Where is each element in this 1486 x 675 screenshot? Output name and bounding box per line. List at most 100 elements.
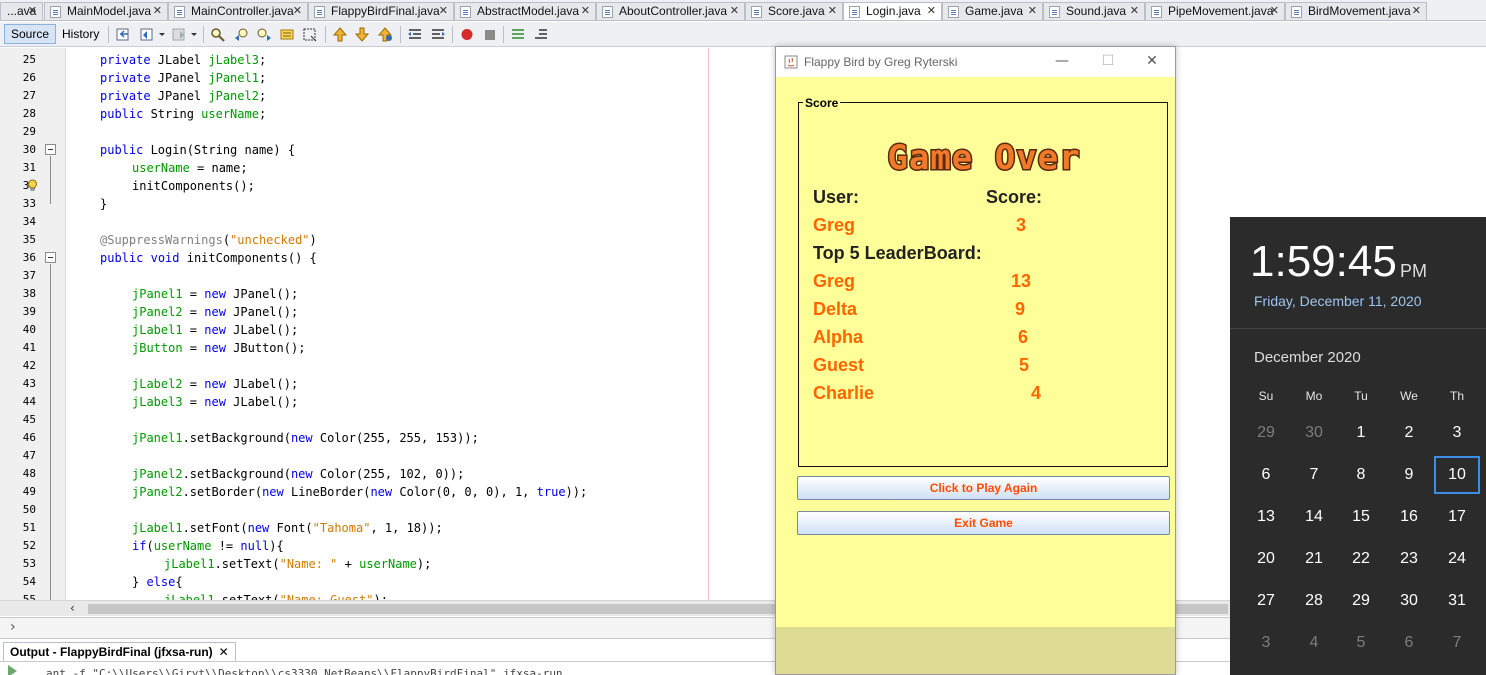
calendar-day[interactable]: 16 — [1385, 497, 1433, 537]
find-previous-icon[interactable] — [234, 27, 250, 42]
close-icon[interactable]: ✕ — [1130, 3, 1139, 20]
calendar-day[interactable]: 7 — [1290, 455, 1338, 495]
chevron-down-icon[interactable] — [158, 27, 166, 42]
window-title-bar[interactable]: Flappy Bird by Greg Ryterski — ☐ ✕ — [776, 47, 1175, 77]
toggle-bookmark-icon[interactable] — [377, 27, 393, 42]
java-file-icon — [602, 6, 613, 18]
calendar-day[interactable]: 1 — [1337, 413, 1385, 453]
chevron-down-icon[interactable] — [190, 27, 198, 42]
chevron-right-icon[interactable]: › — [10, 619, 16, 635]
next-bookmark-icon[interactable] — [354, 27, 370, 42]
editor-tab-label: Sound.java — [1066, 4, 1127, 18]
editor-tab[interactable]: Sound.java ✕ — [1043, 2, 1145, 20]
highlight-icon[interactable] — [279, 27, 295, 42]
search-icon[interactable] — [210, 27, 226, 42]
fold-toggle-icon[interactable] — [45, 144, 56, 155]
close-icon[interactable]: ✕ — [153, 3, 162, 20]
calendar-day[interactable]: 15 — [1337, 497, 1385, 537]
clock-date-link[interactable]: Friday, December 11, 2020 — [1254, 293, 1422, 309]
calendar-day[interactable]: 23 — [1385, 539, 1433, 579]
editor-tab[interactable]: MainController.java ✕ — [168, 2, 308, 20]
close-icon[interactable]: ✕ — [439, 3, 448, 20]
calendar-day[interactable]: 9 — [1385, 455, 1433, 495]
record-macro-icon[interactable] — [459, 27, 475, 42]
maximize-button[interactable]: ☐ — [1085, 47, 1131, 77]
editor-tab[interactable]: PipeMovement.java ✕ — [1145, 2, 1285, 20]
calendar-day[interactable]: 6 — [1385, 623, 1433, 663]
line-number: 43 — [22, 377, 36, 390]
close-icon[interactable]: ✕ — [730, 3, 739, 20]
calendar-day[interactable]: 7 — [1433, 623, 1481, 663]
editor-tab[interactable]: ...ava ✕ — [0, 2, 43, 20]
calendar-day[interactable]: 31 — [1433, 581, 1481, 621]
close-icon[interactable]: ✕ — [581, 3, 590, 20]
calendar-day[interactable]: 20 — [1242, 539, 1290, 579]
calendar-day[interactable]: 13 — [1242, 497, 1290, 537]
calendar-day[interactable]: 29 — [1242, 413, 1290, 453]
source-tab[interactable]: Source — [4, 24, 57, 44]
history-tab[interactable]: History — [55, 24, 106, 44]
close-icon[interactable]: ✕ — [1028, 3, 1037, 20]
output-tab[interactable]: Output - FlappyBirdFinal (jfxsa-run) ✕ — [3, 642, 236, 661]
calendar-day[interactable]: 29 — [1337, 581, 1385, 621]
close-icon[interactable]: ✕ — [1412, 3, 1421, 20]
stop-macro-icon[interactable] — [482, 27, 498, 42]
calendar-day[interactable]: 30 — [1290, 413, 1338, 453]
calendar-day[interactable]: 10 — [1433, 455, 1481, 495]
back-icon[interactable] — [140, 27, 156, 42]
line-number: 38 — [22, 287, 36, 300]
calendar-day[interactable]: 21 — [1290, 539, 1338, 579]
calendar-day[interactable]: 2 — [1385, 413, 1433, 453]
toggle-rect-selection-icon[interactable] — [302, 27, 318, 42]
close-button[interactable]: ✕ — [1129, 47, 1175, 77]
calendar-day[interactable]: 14 — [1290, 497, 1338, 537]
close-icon[interactable]: ✕ — [28, 3, 37, 20]
editor-tab[interactable]: AboutController.java ✕ — [596, 2, 745, 20]
editor-tab[interactable]: MainModel.java ✕ — [44, 2, 168, 20]
close-icon[interactable]: ✕ — [828, 3, 837, 20]
close-icon[interactable]: ✕ — [927, 3, 936, 20]
close-icon[interactable]: ✕ — [219, 645, 229, 659]
calendar-day[interactable]: 6 — [1242, 455, 1290, 495]
calendar-day[interactable]: 30 — [1385, 581, 1433, 621]
calendar-day[interactable]: 3 — [1433, 413, 1481, 453]
calendar-day[interactable]: 3 — [1242, 623, 1290, 663]
editor-tab[interactable]: Score.java ✕ — [745, 2, 843, 20]
calendar-day[interactable]: 27 — [1242, 581, 1290, 621]
exit-game-button[interactable]: Exit Game — [797, 511, 1170, 535]
calendar-day[interactable]: 17 — [1433, 497, 1481, 537]
find-next-icon[interactable] — [256, 27, 272, 42]
editor-tab-active[interactable]: Login.java ✕ — [843, 2, 942, 20]
chevron-left-icon[interactable]: ‹ — [70, 601, 75, 615]
forward-icon[interactable] — [172, 27, 188, 42]
output-text: ant -f "C:\\Users\\Giryt\\Desktop\\cs333… — [46, 667, 563, 675]
calendar-day[interactable]: 5 — [1337, 623, 1385, 663]
editor-tab[interactable]: Game.java ✕ — [942, 2, 1043, 20]
shift-right-icon[interactable] — [430, 27, 446, 42]
rerun-icon[interactable] — [8, 665, 17, 675]
calendar-month-label[interactable]: December 2020 — [1254, 349, 1361, 366]
close-icon[interactable]: ✕ — [1270, 3, 1279, 20]
editor-tab-label: BirdMovement.java — [1308, 4, 1411, 18]
toolbar-separator — [503, 26, 504, 43]
editor-tab[interactable]: FlappyBirdFinal.java ✕ — [308, 2, 454, 20]
calendar-day[interactable]: 24 — [1433, 539, 1481, 579]
lightbulb-hint-icon[interactable] — [27, 179, 38, 192]
calendar-day[interactable]: 28 — [1290, 581, 1338, 621]
last-edit-icon[interactable] — [116, 27, 132, 42]
play-again-button[interactable]: Click to Play Again — [797, 476, 1170, 500]
fold-toggle-icon[interactable] — [45, 252, 56, 263]
calendar-day[interactable]: 22 — [1337, 539, 1385, 579]
uncomment-icon[interactable] — [533, 27, 549, 42]
calendar-day[interactable]: 4 — [1290, 623, 1338, 663]
calendar-day[interactable]: 8 — [1337, 455, 1385, 495]
editor-tab[interactable]: BirdMovement.java ✕ — [1285, 2, 1427, 20]
minimize-button[interactable]: — — [1039, 47, 1085, 77]
close-icon[interactable]: ✕ — [293, 3, 302, 20]
editor-tab[interactable]: AbstractModel.java ✕ — [454, 2, 596, 20]
comment-icon[interactable] — [510, 27, 526, 42]
leaderboard-score: 9 — [1015, 299, 1026, 319]
previous-bookmark-icon[interactable] — [332, 27, 348, 42]
shift-left-icon[interactable] — [407, 27, 423, 42]
line-number: 29 — [22, 125, 36, 138]
